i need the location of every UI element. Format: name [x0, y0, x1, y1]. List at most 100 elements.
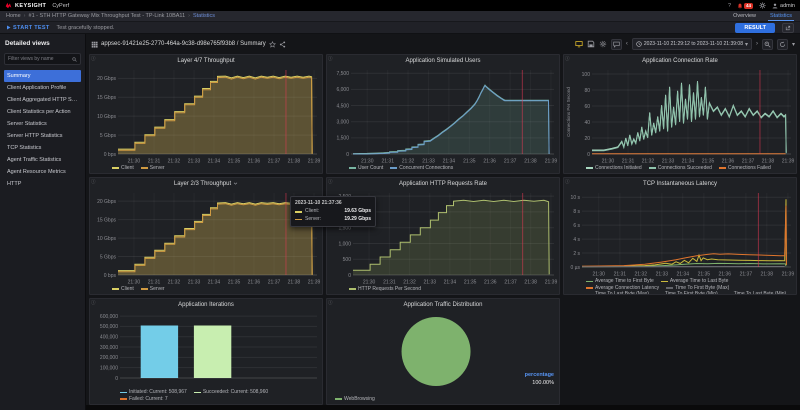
legend-item[interactable]: Connections Failed [719, 165, 771, 172]
chart-connection-rate[interactable]: 02040608010021:3021:3121:3221:3321:3421:… [564, 66, 796, 165]
legend-item[interactable]: Time To Last Byte (Max) [586, 291, 649, 294]
legend-item[interactable]: Time To Last Byte (Min) [725, 291, 787, 294]
svg-text:15 Gbps: 15 Gbps [97, 95, 116, 101]
chart-application-iterations[interactable]: 0100,000200,000300,000400,000500,000600,… [90, 310, 322, 389]
legend-item[interactable]: WebBrowsing [335, 396, 375, 403]
svg-text:8 s: 8 s [573, 209, 580, 215]
legend-item[interactable]: Succeeded: Current: 508,960 [194, 389, 268, 396]
chart-layer47-throughput[interactable]: 0 bps5 Gbps10 Gbps15 Gbps20 Gbps21:3021:… [90, 66, 322, 165]
comment-button[interactable] [611, 39, 622, 50]
panel-info-icon[interactable]: ⓘ [91, 55, 96, 62]
panel-title[interactable]: Layer 2/3 Throughput [90, 178, 322, 189]
svg-text:21:32: 21:32 [403, 280, 416, 286]
panel-title[interactable]: Application HTTP Requests Rate [327, 178, 559, 189]
chevron-right-icon[interactable]: › [756, 41, 758, 47]
notifications-button[interactable]: 44 [737, 3, 753, 9]
tab-overview[interactable]: Overview [731, 11, 758, 21]
panel-title[interactable]: Layer 4/7 Throughput [90, 55, 322, 66]
tv-icon[interactable] [575, 40, 583, 48]
legend-item[interactable]: Time To First Byte (Min) [656, 291, 718, 294]
chart-simulated-users[interactable]: 01,5003,0004,5006,0007,50021:3021:3121:3… [327, 66, 559, 165]
svg-text:21:37: 21:37 [268, 159, 281, 165]
user-menu[interactable]: admin [772, 3, 795, 9]
legend-swatch [112, 288, 119, 290]
settings-icon[interactable] [599, 40, 607, 48]
legend-swatch [725, 294, 732, 295]
legend-item[interactable]: HTTP Requests Per Second [349, 286, 421, 293]
sidebar-item-agent-traffic-statistics[interactable]: Agent Traffic Statistics [4, 154, 81, 166]
panel-info-icon[interactable]: ⓘ [91, 178, 96, 185]
export-button[interactable] [782, 23, 794, 33]
result-button[interactable]: RESULT [735, 23, 775, 33]
sidebar-item-client-aggregated-http-statistics[interactable]: Client Aggregated HTTP Statistics [4, 94, 81, 106]
sidebar-item-server-statistics[interactable]: Server Statistics [4, 118, 81, 130]
panel-title[interactable]: Application Traffic Distribution [327, 299, 559, 310]
legend-item[interactable]: Client [112, 165, 134, 172]
legend-item[interactable]: Failed: Current: 7 [120, 396, 168, 403]
legend-swatch [349, 288, 356, 290]
gear-icon[interactable] [759, 2, 766, 9]
legend-item[interactable]: Server [141, 165, 165, 172]
help-icon[interactable]: ? [728, 3, 731, 9]
chart-traffic-distribution[interactable]: percentage 100.00% [327, 310, 559, 396]
save-icon[interactable] [587, 40, 595, 48]
filter-views-input[interactable]: Filter views by name [4, 53, 81, 65]
breadcrumb-item[interactable]: Statistics [193, 13, 215, 19]
refresh-interval-dropdown[interactable]: ▾ [792, 41, 795, 48]
panel-info-icon[interactable]: ⓘ [328, 178, 333, 185]
legend-label: Time To Last Byte (Max) [595, 291, 649, 294]
legend-item[interactable]: Connections Initiated [586, 165, 642, 172]
panel-title[interactable]: Application Simulated Users [327, 55, 559, 66]
panel-title[interactable]: TCP Instantaneous Latency [564, 178, 796, 189]
sidebar-item-summary[interactable]: Summary [4, 70, 81, 82]
legend-item[interactable]: Client [112, 286, 134, 293]
sidebar-item-client-statistics-per-action[interactable]: Client Statistics per Action [4, 106, 81, 118]
legend-item[interactable]: User Count [349, 165, 383, 172]
share-icon[interactable] [279, 41, 286, 48]
sidebar-item-tcp-statistics[interactable]: TCP Statistics [4, 142, 81, 154]
dashboard-header: appsec-91421e25-2770-464a-9c38-d98e765f9… [86, 34, 800, 54]
product-cyperf: CyPerf [52, 3, 69, 9]
legend-item[interactable]: Connections Succeeded [649, 165, 712, 172]
chart-layer23-throughput[interactable]: 0 bps5 Gbps10 Gbps15 Gbps20 Gbps21:3021:… [90, 189, 322, 286]
sidebar-item-agent-resource-metrics[interactable]: Agent Resource Metrics [4, 166, 81, 178]
zoom-out-button[interactable] [762, 39, 773, 50]
panel-layer47-throughput: ⓘ Layer 4/7 Throughput 0 bps5 Gbps10 Gbp… [89, 54, 323, 174]
dashboard-title[interactable]: appsec-91421e25-2770-464a-9c38-d98e765f9… [101, 41, 266, 47]
svg-text:0: 0 [346, 152, 349, 158]
chart-tcp-latency[interactable]: 0 µs2 s4 s6 s8 s10 s21:3021:3121:3221:33… [564, 189, 796, 278]
legend-item[interactable]: Server [141, 286, 165, 293]
sidebar-item-http[interactable]: HTTP [4, 178, 81, 190]
chevron-left-icon[interactable]: ‹ [626, 41, 628, 47]
notification-count-badge: 44 [744, 3, 753, 9]
legend-label: WebBrowsing [344, 396, 375, 403]
svg-text:20 Gbps: 20 Gbps [97, 76, 116, 82]
grid-icon[interactable] [91, 41, 98, 48]
time-range-picker[interactable]: 2023-11-10 21:29:12 to 2023-11-10 21:39:… [632, 38, 752, 50]
chart-legend: User Count Concurrent Connections [327, 165, 559, 174]
sidebar-item-client-application-profile[interactable]: Client Application Profile [4, 82, 81, 94]
sidebar-item-server-http-statistics[interactable]: Server HTTP Statistics [4, 130, 81, 142]
panel-title[interactable]: Application Iterations [90, 299, 322, 310]
svg-text:21:34: 21:34 [676, 272, 689, 278]
panel-info-icon[interactable]: ⓘ [565, 178, 570, 185]
panel-title[interactable]: Application Connection Rate [564, 55, 796, 66]
external-link-icon [785, 25, 791, 31]
star-icon[interactable] [269, 41, 276, 48]
tab-statistics[interactable]: Statistics [768, 11, 794, 21]
panel-info-icon[interactable]: ⓘ [328, 55, 333, 62]
breadcrumb-item[interactable]: Home [6, 13, 21, 19]
test-status-text: Test gracefully stopped. [57, 25, 115, 31]
panel-info-icon[interactable]: ⓘ [91, 299, 96, 306]
tooltip-row: Server:19.29 Gbps [295, 216, 371, 224]
chart-legend: Average Time to First ByteAverage Time t… [564, 278, 796, 294]
legend-item[interactable]: Concurrent Connections [390, 165, 453, 172]
panel-info-icon[interactable]: ⓘ [565, 55, 570, 62]
svg-text:21:34: 21:34 [208, 159, 221, 165]
search-icon [72, 57, 77, 62]
start-test-button[interactable]: START TEST [6, 25, 50, 31]
panel-info-icon[interactable]: ⓘ [328, 299, 333, 306]
person-icon [772, 3, 778, 9]
breadcrumb-item[interactable]: #1 - STH HTTP Gateway Mix Throughput Tes… [29, 13, 186, 19]
refresh-button[interactable] [777, 39, 788, 50]
